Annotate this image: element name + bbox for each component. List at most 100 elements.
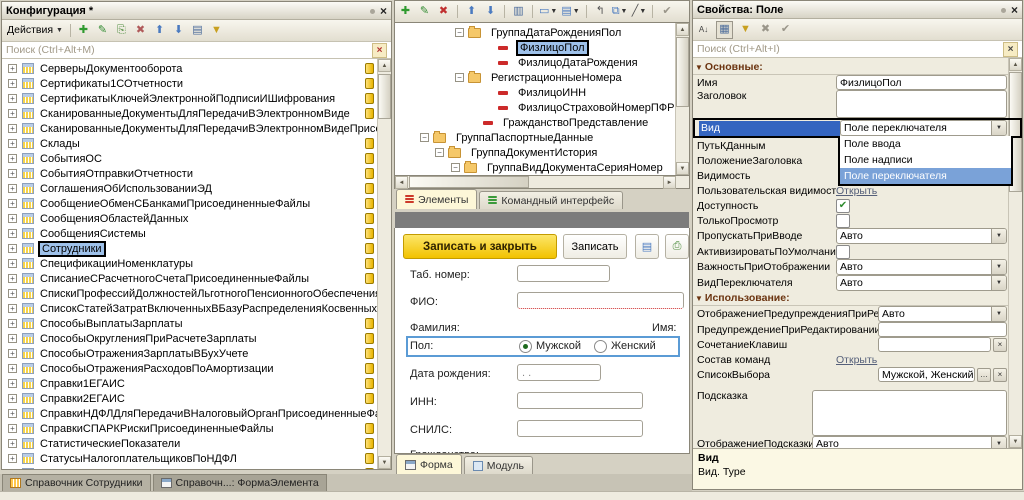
tree-item[interactable]: +Склады [2, 136, 391, 151]
tree-item[interactable]: +СоглашенияОбИспользованииЭД [2, 181, 391, 196]
expand-icon[interactable]: + [8, 334, 17, 343]
expand-icon[interactable]: + [8, 364, 17, 373]
property-value[interactable]: ✔ [836, 199, 1007, 213]
expand-icon[interactable]: + [8, 274, 17, 283]
tree-item[interactable]: +СообщенияСистемы [2, 226, 391, 241]
chevron-down-icon[interactable]: ▼ [991, 229, 1006, 243]
property-value[interactable] [812, 390, 1007, 436]
open-link[interactable]: Открыть [836, 354, 877, 366]
tree-item[interactable]: +СпецификацииНоменклатуры [2, 256, 391, 271]
tree-item[interactable]: +СерверыДокументооборота [2, 61, 391, 76]
window-view-icon[interactable]: ▭▼ [539, 4, 557, 20]
properties-search[interactable]: Поиск (Ctrl+Alt+I) × [693, 41, 1022, 58]
property-row[interactable]: ВажностьПриОтображенииАвто▼ [693, 259, 1022, 275]
close-icon[interactable]: × [380, 6, 387, 16]
elements-tree-hscrollbar[interactable]: ◄ ► [394, 176, 690, 189]
save-button[interactable]: Записать [563, 234, 627, 259]
expand-icon[interactable]: + [8, 454, 17, 463]
property-value[interactable]: Открыть [836, 185, 1007, 197]
window-tab-element-form[interactable]: Справочн...: ФормаЭлемента [153, 474, 327, 491]
apply-icon[interactable]: ✔ [778, 22, 793, 38]
move-down-icon[interactable]: ⬇ [171, 23, 186, 39]
expand-icon[interactable]: + [8, 109, 17, 118]
property-row[interactable]: ВидПоле переключателя▼ [693, 118, 1022, 138]
tree-item[interactable]: +СтатьиДвиженияДенежныхСредств [2, 466, 391, 469]
property-row[interactable]: Подсказка [693, 390, 1022, 436]
configuration-search[interactable]: Поиск (Ctrl+Alt+M) × [2, 42, 391, 59]
form-element-row[interactable]: ФизлицоДатаРождения [395, 55, 689, 70]
property-row[interactable]: ПредупреждениеПриРедактировании [693, 322, 1022, 337]
check-icon[interactable]: ✔ [659, 4, 674, 20]
form-element-row[interactable]: −ГруппаДатаРожденияПол [395, 25, 689, 40]
tree-item[interactable]: +СтатистическиеПоказатели [2, 436, 391, 451]
add-icon[interactable]: ✚ [398, 4, 413, 20]
form-element-row[interactable]: ФизлицоПол [395, 40, 689, 55]
checkbox[interactable]: ✔ [836, 199, 850, 213]
tree-item[interactable]: +СпособыОтраженияРасходовПоАмортизации [2, 361, 391, 376]
preview-icon[interactable]: ⧉▼ [612, 4, 628, 20]
tree-item[interactable]: +Справки2ЕГАИС [2, 391, 391, 406]
chevron-down-icon[interactable]: ▼ [991, 437, 1006, 448]
tree-item[interactable]: +Сотрудники [2, 241, 391, 256]
tree-item[interactable]: +СписаниеСРасчетногоСчетаПрисоединенныеФ… [2, 271, 391, 286]
expand-icon[interactable]: + [8, 184, 17, 193]
report-icon-button[interactable]: ⎙ [665, 234, 689, 259]
chevron-down-icon[interactable]: ▼ [991, 121, 1006, 135]
property-row[interactable]: Доступность✔ [693, 198, 1022, 213]
move-up-icon[interactable]: ⬆ [152, 23, 167, 39]
save-and-close-button[interactable]: Записать и закрыть [403, 234, 557, 259]
expand-icon[interactable]: + [8, 319, 17, 328]
property-value[interactable]: Авто▼ [836, 228, 1007, 244]
property-row[interactable]: СписокВыбораМужской, Женский…× [693, 367, 1022, 382]
collapse-icon[interactable]: − [455, 73, 464, 82]
edit-icon[interactable]: ✎ [417, 4, 432, 20]
property-row[interactable]: ПропускатьПриВводеАвто▼ [693, 228, 1022, 244]
property-value[interactable] [836, 245, 1007, 259]
tab-elements[interactable]: Элементы [396, 189, 477, 209]
tree-item[interactable]: +СканированныеДокументыДляПередачиВЭлект… [2, 106, 391, 121]
property-value[interactable]: Авто▼ [836, 275, 1007, 291]
tree-item[interactable]: +СтатусыНалогоплательщиковПоНДФЛ [2, 451, 391, 466]
expand-icon[interactable]: + [8, 394, 17, 403]
property-row[interactable]: Состав командОткрыть [693, 352, 1022, 367]
expand-icon[interactable]: + [8, 349, 17, 358]
filter-icon[interactable]: ▼ [209, 23, 224, 39]
tree-item[interactable]: +СертификатыКлючейЭлектроннойПодписиИШиф… [2, 91, 391, 106]
property-value[interactable] [878, 322, 1007, 337]
tree-item[interactable]: +СообщениеОбменСБанкамиПрисоединенныеФай… [2, 196, 391, 211]
add-icon[interactable]: ✚ [76, 23, 91, 39]
property-row[interactable]: СочетаниеКлавиш× [693, 337, 1022, 352]
property-value[interactable]: Поле переключателя▼ [840, 120, 1007, 136]
categories-icon[interactable]: ▦ [716, 21, 733, 39]
tree-item[interactable]: +СпособыОтраженияЗарплатыВБухУчете [2, 346, 391, 361]
property-value[interactable]: ФизлицоПол [836, 75, 1007, 90]
tree-item[interactable]: +СписокСтатейЗатратВключенныхВБазуРаспре… [2, 301, 391, 316]
tree-item[interactable]: +СканированныеДокументыДляПередачиВЭлект… [2, 121, 391, 136]
property-row[interactable]: ИмяФизлицоПол [693, 75, 1022, 90]
close-icon[interactable]: × [1011, 5, 1018, 15]
line-style-icon[interactable]: ╱▼ [631, 4, 646, 20]
dropdown-option[interactable]: Поле надписи [840, 152, 1011, 168]
property-row[interactable]: ТолькоПросмотр [693, 213, 1022, 228]
clear-icon[interactable]: × [993, 368, 1007, 382]
property-row[interactable]: ОтображениеПодсказкиАвто▼ [693, 436, 1022, 448]
tree-item[interactable]: +Справки1ЕГАИС [2, 376, 391, 391]
checkbox[interactable] [836, 214, 850, 228]
expand-icon[interactable]: + [8, 379, 17, 388]
tree-item[interactable]: +СобытияОС [2, 151, 391, 166]
tree-item[interactable]: +СобытияОтправкиОтчетности [2, 166, 391, 181]
birthdate-input[interactable]: . . [517, 364, 601, 381]
chevron-down-icon[interactable]: ▼ [991, 260, 1006, 274]
tree-item[interactable]: +СпособыВыплатыЗарплаты [2, 316, 391, 331]
choose-icon[interactable]: … [977, 368, 991, 382]
collapse-icon[interactable]: − [435, 148, 444, 157]
property-value[interactable] [836, 90, 1007, 118]
list-settings-icon[interactable]: ▤ [190, 23, 205, 39]
chevron-down-icon[interactable]: ▼ [991, 307, 1006, 321]
pin-icon[interactable] [1001, 8, 1006, 13]
property-row[interactable]: Заголовок [693, 90, 1022, 118]
form-element-row[interactable]: ГражданствоПредставление [395, 115, 689, 130]
property-row[interactable]: АктивизироватьПоУмолчанию [693, 244, 1022, 259]
form-element-row[interactable]: −РегистрационныеНомера [395, 70, 689, 85]
collapse-icon[interactable]: − [420, 133, 429, 142]
